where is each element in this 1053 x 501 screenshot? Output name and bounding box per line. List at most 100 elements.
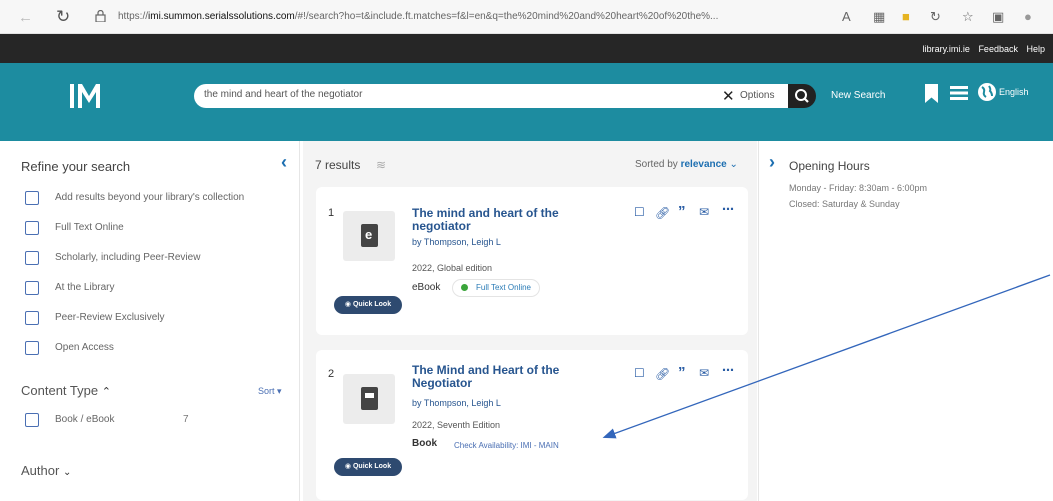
new-search-link[interactable]: New Search bbox=[831, 90, 885, 101]
filter-label: Book / eBook bbox=[55, 414, 115, 425]
globe-icon[interactable] bbox=[977, 82, 997, 102]
collections-icon[interactable]: ■ bbox=[902, 9, 910, 24]
bookmark-icon[interactable]: ☐ bbox=[634, 205, 645, 219]
availability-label: Full Text Online bbox=[476, 283, 531, 292]
filter-label: At the Library bbox=[55, 282, 115, 293]
read-aloud-icon[interactable]: A bbox=[842, 9, 851, 24]
cite-icon[interactable]: ” bbox=[678, 364, 686, 381]
language-selector[interactable]: English bbox=[999, 87, 1029, 97]
more-icon[interactable]: ⋯ bbox=[722, 363, 734, 377]
utility-bar: library.imi.ie Feedback Help bbox=[0, 34, 1053, 63]
back-icon[interactable]: ← bbox=[18, 9, 33, 26]
address-bar[interactable]: https://imi.summon.serialssolutions.com/… bbox=[118, 11, 838, 22]
link-icon[interactable]: 🔗︎ bbox=[655, 206, 670, 220]
sorted-value: relevance bbox=[680, 159, 727, 170]
clear-search-icon[interactable]: ✕ bbox=[722, 87, 735, 105]
more-icon[interactable]: ⋯ bbox=[722, 202, 734, 216]
format-label: Book bbox=[412, 438, 437, 449]
format-label: eBook bbox=[412, 282, 441, 293]
checkbox[interactable] bbox=[25, 413, 39, 427]
result-title-link[interactable]: The Mind and Heart of the Negotiator bbox=[412, 364, 597, 390]
search-header: ✕ Options New Search English bbox=[0, 63, 1053, 141]
refresh-ext-icon[interactable]: ↻ bbox=[930, 9, 941, 25]
book-label-mark bbox=[365, 393, 374, 398]
help-link[interactable]: Help bbox=[1026, 44, 1045, 54]
result-title-link[interactable]: The mind and heart of the negotiator bbox=[412, 207, 597, 233]
browser-toolbar: ← ↻ https://imi.summon.serialssolutions.… bbox=[0, 0, 1053, 34]
author-link[interactable]: by Thompson, Leigh L bbox=[412, 237, 501, 247]
collapse-panel-icon[interactable]: › bbox=[769, 152, 775, 173]
quick-look-label: Quick Look bbox=[352, 301, 392, 308]
check-availability-link[interactable]: Check Availability: IMI - MAIN bbox=[454, 441, 559, 450]
rss-icon[interactable]: ≋ bbox=[376, 158, 386, 172]
sort-button[interactable]: Sort ▾ bbox=[258, 386, 282, 397]
saved-items-icon[interactable] bbox=[925, 84, 938, 103]
quick-look-button[interactable]: ◉ Quick Look bbox=[334, 296, 402, 314]
feedback-link[interactable]: Feedback bbox=[978, 44, 1018, 54]
ebook-letter: e bbox=[365, 227, 373, 242]
favorites-icon[interactable]: ☆ bbox=[962, 9, 974, 25]
checkbox[interactable] bbox=[25, 221, 39, 235]
search-box: ✕ Options bbox=[194, 84, 788, 108]
checkbox[interactable] bbox=[25, 191, 39, 205]
checkbox[interactable] bbox=[25, 311, 39, 325]
author-link[interactable]: by Thompson, Leigh L bbox=[412, 398, 501, 408]
tab-sleep-icon[interactable]: ▦ bbox=[873, 9, 885, 25]
book-thumbnail[interactable] bbox=[343, 374, 395, 424]
book-icon bbox=[361, 387, 378, 410]
filter-label: Scholarly, including Peer-Review bbox=[55, 252, 201, 263]
hours-weekend: Closed: Saturday & Sunday bbox=[789, 199, 900, 209]
quick-look-label: Quick Look bbox=[352, 463, 392, 470]
checkbox[interactable] bbox=[25, 281, 39, 295]
imi-logo[interactable] bbox=[69, 82, 107, 110]
cite-icon[interactable]: ” bbox=[678, 203, 686, 220]
email-icon[interactable]: ✉ bbox=[699, 205, 709, 219]
result-number: 1 bbox=[328, 207, 335, 219]
utility-links: library.imi.ie Feedback Help bbox=[917, 44, 1045, 54]
options-button[interactable]: Options bbox=[740, 90, 774, 101]
info-panel: › Opening Hours Monday - Friday: 8:30am … bbox=[758, 141, 1053, 501]
lock-icon bbox=[95, 10, 106, 22]
filter-label: Add results beyond your library's collec… bbox=[55, 192, 245, 203]
result-number: 2 bbox=[328, 368, 335, 380]
link-icon[interactable]: 🔗︎ bbox=[655, 367, 670, 381]
sort-dropdown[interactable]: Sorted by relevance ⌄ bbox=[635, 159, 738, 170]
publication-info: 2022, Global edition bbox=[412, 263, 493, 273]
email-icon[interactable]: ✉ bbox=[699, 366, 709, 380]
content-type-label: Content Type bbox=[21, 383, 99, 398]
bookmark-icon[interactable]: ☐ bbox=[634, 366, 645, 380]
ebook-icon: e bbox=[361, 224, 378, 247]
profile-icon[interactable]: ● bbox=[1024, 9, 1032, 24]
refine-sidebar: Refine your search ‹ Add results beyond … bbox=[0, 141, 300, 501]
reload-icon[interactable]: ↻ bbox=[56, 7, 70, 27]
author-heading[interactable]: Author ⌄ bbox=[21, 463, 71, 478]
quick-look-button[interactable]: ◉ Quick Look bbox=[334, 458, 402, 476]
collections-tab-icon[interactable]: ▣ bbox=[992, 9, 1004, 25]
available-dot-icon bbox=[461, 284, 468, 292]
hours-weekday: Monday - Friday: 8:30am - 6:00pm bbox=[789, 183, 928, 193]
sort-label: Sort bbox=[258, 386, 275, 396]
search-button[interactable] bbox=[788, 84, 816, 108]
chevron-down-icon: ⌄ bbox=[729, 159, 738, 170]
ebook-thumbnail[interactable]: e bbox=[343, 211, 395, 261]
checkbox[interactable] bbox=[25, 251, 39, 265]
checkbox[interactable] bbox=[25, 341, 39, 355]
menu-icon[interactable] bbox=[950, 86, 968, 100]
full-text-online-link[interactable]: Full Text Online bbox=[452, 279, 540, 297]
chevron-down-icon: ⌄ bbox=[62, 467, 72, 478]
filter-label: Open Access bbox=[55, 342, 114, 353]
sorted-prefix: Sorted by bbox=[635, 159, 678, 170]
filter-label: Peer-Review Exclusively bbox=[55, 312, 165, 323]
chevron-up-icon: ⌃ bbox=[101, 386, 111, 398]
search-icon bbox=[795, 89, 809, 103]
result-card: 1 e ◉ Quick Look The mind and heart of t… bbox=[316, 187, 748, 335]
author-label: Author bbox=[21, 463, 60, 478]
filter-label: Full Text Online bbox=[55, 222, 124, 233]
results-count: 7 results bbox=[315, 158, 361, 172]
collapse-sidebar-icon[interactable]: ‹ bbox=[281, 152, 287, 173]
search-input[interactable] bbox=[204, 89, 684, 100]
opening-hours-title: Opening Hours bbox=[789, 159, 870, 173]
library-link[interactable]: library.imi.ie bbox=[923, 44, 970, 54]
result-card: 2 ◉ Quick Look The Mind and Heart of the… bbox=[316, 350, 748, 500]
content-type-heading[interactable]: Content Type ⌃ bbox=[21, 383, 111, 398]
